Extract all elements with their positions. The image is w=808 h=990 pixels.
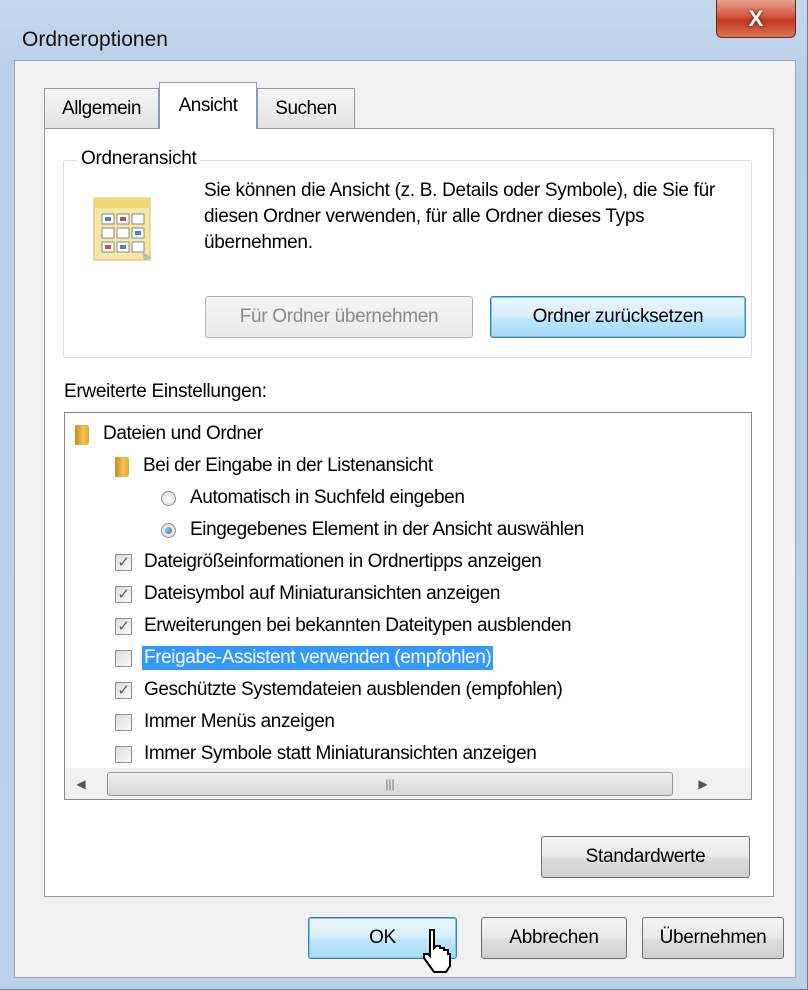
- reset-folders-button[interactable]: Ordner zurücksetzen: [490, 296, 746, 338]
- checkbox-filesize-tips[interactable]: ✓ Dateigrößeinformationen in Ordnertipps…: [115, 546, 543, 578]
- radio-select-item[interactable]: Eingegebenes Element in der Ansicht ausw…: [161, 514, 586, 546]
- apply-button[interactable]: Übernehmen: [642, 917, 784, 959]
- checkbox-hide-system-files[interactable]: ✓ Geschützte Systemdateien ausblenden (e…: [115, 674, 564, 706]
- list-item-label: Eingegebenes Element in der Ansicht ausw…: [190, 519, 584, 540]
- list-item-label: Geschützte Systemdateien ausblenden (emp…: [144, 679, 563, 700]
- window-title: Ordneroptionen: [22, 28, 168, 51]
- close-button[interactable]: X: [716, 0, 796, 38]
- folder-view-legend: Ordneransicht: [77, 148, 201, 170]
- folder-icon: [75, 423, 91, 445]
- apply-to-folders-button[interactable]: Für Ordner übernehmen: [205, 296, 473, 338]
- mouse-cursor-icon: [423, 929, 451, 973]
- checkbox-thumbnail-icon[interactable]: ✓ Dateisymbol auf Miniaturansichten anze…: [115, 578, 502, 610]
- radio-auto-search[interactable]: Automatisch in Suchfeld eingeben: [161, 482, 467, 514]
- list-item-label: Dateisymbol auf Miniaturansichten anzeig…: [144, 583, 501, 604]
- checkbox[interactable]: ✓: [115, 553, 132, 571]
- list-item-label: Dateigrößeinformationen in Ordnertipps a…: [144, 551, 542, 572]
- scroll-left-icon[interactable]: ◀: [65, 768, 97, 799]
- list-item-label: Automatisch in Suchfeld eingeben: [190, 487, 465, 508]
- list-item-label: Immer Symbole statt Miniaturansichten an…: [144, 743, 537, 764]
- tree-folder-dateien-und-ordner[interactable]: Dateien und Ordner: [75, 418, 265, 450]
- tab-label: Suchen: [275, 97, 337, 119]
- tab-label: Ansicht: [178, 95, 238, 116]
- list-item-label: Dateien und Ordner: [103, 423, 263, 444]
- radio-button[interactable]: [161, 490, 176, 506]
- checkbox[interactable]: ✓: [115, 617, 132, 635]
- list-item-label: Bei der Eingabe in der Listenansicht: [143, 455, 433, 476]
- close-icon: X: [748, 5, 764, 31]
- list-item-label: Erweiterungen bei bekannten Dateitypen a…: [144, 615, 572, 636]
- advanced-settings-label: Erweiterte Einstellungen:: [64, 381, 267, 402]
- checkbox[interactable]: ✓: [115, 585, 132, 603]
- scroll-right-icon[interactable]: ▶: [687, 768, 719, 799]
- checkbox[interactable]: [115, 745, 132, 763]
- restore-defaults-button[interactable]: Standardwerte: [541, 836, 750, 878]
- cancel-button[interactable]: Abbrechen: [481, 917, 627, 959]
- checkbox-sharing-wizard[interactable]: Freigabe-Assistent verwenden (empfohlen): [115, 642, 494, 674]
- checkbox-icons-not-thumbnails[interactable]: Immer Symbole statt Miniaturansichten an…: [115, 738, 538, 770]
- advanced-settings-tree[interactable]: Dateien und Ordner Bei der Eingabe in de…: [64, 412, 752, 800]
- tree-folder-listenansicht[interactable]: Bei der Eingabe in der Listenansicht: [115, 450, 435, 482]
- list-item-label: Immer Menüs anzeigen: [144, 711, 335, 732]
- checkbox-always-show-menus[interactable]: Immer Menüs anzeigen: [115, 706, 337, 738]
- folder-options-window: Ordneroptionen X Allgemein Ansicht Suche…: [0, 0, 808, 990]
- folder-view-description: Sie können die Ansicht (z. B. Details od…: [204, 180, 715, 253]
- folder-view-icon: [93, 197, 152, 261]
- radio-button-checked[interactable]: [161, 522, 176, 538]
- checkbox[interactable]: [115, 649, 132, 667]
- list-item-label: Freigabe-Assistent verwenden (empfohlen): [142, 646, 494, 670]
- tab-label: Allgemein: [62, 97, 141, 119]
- tab-ansicht[interactable]: Ansicht: [159, 82, 257, 129]
- checkbox-hide-extensions[interactable]: ✓ Erweiterungen bei bekannten Dateitypen…: [115, 610, 573, 642]
- folder-icon: [115, 455, 131, 477]
- checkbox[interactable]: ✓: [115, 681, 132, 699]
- checkbox[interactable]: [115, 713, 132, 731]
- horizontal-scroll-thumb[interactable]: |||: [107, 772, 673, 796]
- tab-allgemein[interactable]: Allgemein: [44, 88, 159, 128]
- horizontal-scrollbar[interactable]: ◀ ||| ▶: [65, 768, 751, 799]
- tab-suchen[interactable]: Suchen: [257, 88, 355, 128]
